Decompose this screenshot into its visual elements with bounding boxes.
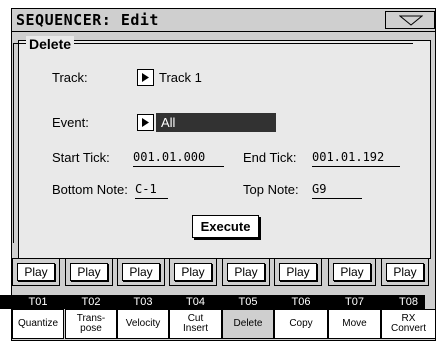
bottom-note-value[interactable]: C-1 [135,182,168,199]
track-id-label: T04 [186,296,205,308]
event-select-button[interactable] [137,114,154,131]
tab-velocity[interactable]: Velocity [117,309,169,339]
play-button[interactable]: Play [333,263,371,281]
track-id-label: T02 [81,296,101,308]
tab-rx-convert[interactable]: RX Convert [381,309,436,339]
play-button[interactable]: Play [174,263,212,281]
tab-trans-pose[interactable]: Trans- pose [65,309,117,339]
play-button-frame: Play [328,258,376,286]
track-label: Track: [52,70,88,85]
event-label: Event: [52,115,89,130]
start-tick-label: Start Tick: [52,150,110,165]
play-button-frame: Play [117,258,165,286]
play-button[interactable]: Play [122,263,160,281]
track-id-label: T06 [291,296,311,308]
play-button[interactable]: Play [70,263,108,281]
tab-cut-insert[interactable]: Cut Insert [169,309,222,339]
tab-quantize[interactable]: Quantize [12,309,64,339]
page-title: SEQUENCER: Edit [16,11,159,29]
track-id-label: T08 [399,296,418,308]
track-id-label: T03 [133,296,153,308]
top-note-label: Top Note: [243,182,299,197]
end-tick-value[interactable]: 001.01.192 [312,150,400,167]
delete-group-title: Delete [26,36,75,52]
tab-move[interactable]: Move [328,309,381,339]
page-menu-button[interactable] [385,11,435,29]
end-tick-label: End Tick: [243,150,297,165]
play-button-frame: Play [12,258,60,286]
title-bar: SEQUENCER: Edit [12,9,435,32]
top-note-value[interactable]: G9 [312,182,362,199]
play-button-frame: Play [381,258,429,286]
play-button-frame: Play [65,258,113,286]
play-button[interactable]: Play [227,263,265,281]
arrow-right-icon [142,118,149,127]
play-button-frame: Play [222,258,270,286]
play-button[interactable]: Play [17,263,55,281]
event-value-field[interactable]: All [156,113,276,132]
track-select-button[interactable] [137,69,154,86]
track-id-label: T05 [238,296,258,308]
triangle-down-icon [399,15,423,26]
bottom-note-label: Bottom Note: [52,182,128,197]
execute-button[interactable]: Execute [192,215,259,238]
play-button[interactable]: Play [386,263,424,281]
play-button-frame: Play [274,258,322,286]
play-button[interactable]: Play [279,263,317,281]
tab-copy[interactable]: Copy [274,309,328,339]
arrow-right-icon [142,73,149,82]
play-button-frame: Play [169,258,217,286]
track-value[interactable]: Track 1 [159,70,202,85]
track-id-label: T01 [28,296,48,308]
tab-delete[interactable]: Delete [222,309,274,339]
start-tick-value[interactable]: 001.01.000 [133,150,224,167]
track-id-label: T07 [345,296,364,308]
